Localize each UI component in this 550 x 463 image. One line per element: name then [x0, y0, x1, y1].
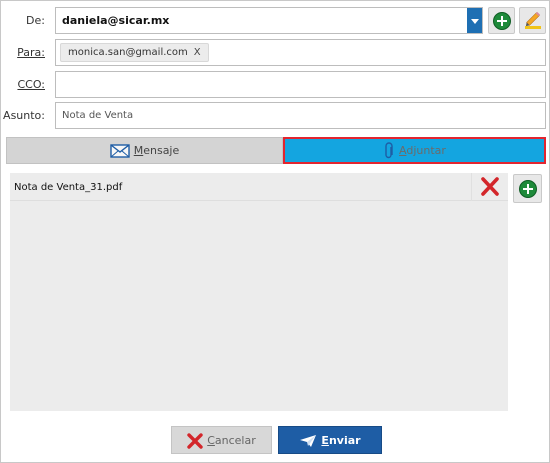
pencil-icon [525, 11, 541, 29]
subject-label: Asunto: [3, 109, 45, 122]
recipient-email: monica.san@gmail.com [68, 47, 188, 58]
chevron-down-icon[interactable] [467, 8, 482, 33]
red-x-icon [481, 177, 499, 196]
list-item[interactable]: Nota de Venta_31.pdf [10, 173, 508, 201]
red-x-icon [187, 433, 203, 449]
remove-recipient-button[interactable]: X [194, 47, 201, 58]
tab-mensaje[interactable]: Mensaje [6, 137, 283, 164]
email-dialog: De: daniela@sicar.mx Para: monica.san@gm… [0, 0, 550, 463]
send-label: nviar [328, 434, 361, 447]
subject-value: Nota de Venta [62, 110, 134, 121]
to-label: Para: [17, 46, 45, 59]
paperclip-icon [385, 142, 393, 159]
cco-label: CCO: [17, 78, 45, 91]
cancel-button[interactable]: Cancelar [171, 426, 272, 454]
cancel-label: ancelar [214, 434, 256, 447]
attachment-name: Nota de Venta_31.pdf [14, 182, 123, 193]
tab-mensaje-label: ensaje [143, 144, 180, 157]
send-mnemonic: E [321, 434, 329, 447]
subject-input[interactable]: Nota de Venta [55, 102, 546, 129]
plus-circle-icon [519, 180, 537, 198]
from-label: De: [26, 14, 45, 27]
add-attachment-button[interactable] [513, 174, 542, 203]
to-field[interactable]: monica.san@gmail.com X [55, 39, 546, 66]
tab-adjuntar[interactable]: Adjuntar [283, 137, 546, 164]
paper-plane-icon [300, 435, 317, 447]
envelope-icon [110, 144, 130, 158]
add-sender-button[interactable] [488, 7, 515, 34]
tab-adjuntar-label: djuntar [406, 144, 446, 157]
attachments-list: Nota de Venta_31.pdf [10, 173, 508, 411]
tab-mensaje-mnemonic: M [133, 144, 144, 157]
recipient-chip: monica.san@gmail.com X [60, 43, 209, 62]
cco-field[interactable] [55, 71, 546, 98]
edit-sender-button[interactable] [519, 7, 546, 34]
plus-circle-icon [493, 12, 511, 30]
from-select[interactable]: daniela@sicar.mx [55, 7, 483, 34]
delete-attachment-button[interactable] [471, 173, 508, 201]
from-value: daniela@sicar.mx [62, 14, 170, 27]
cancel-mnemonic: C [207, 434, 215, 447]
send-button[interactable]: Enviar [278, 426, 382, 454]
